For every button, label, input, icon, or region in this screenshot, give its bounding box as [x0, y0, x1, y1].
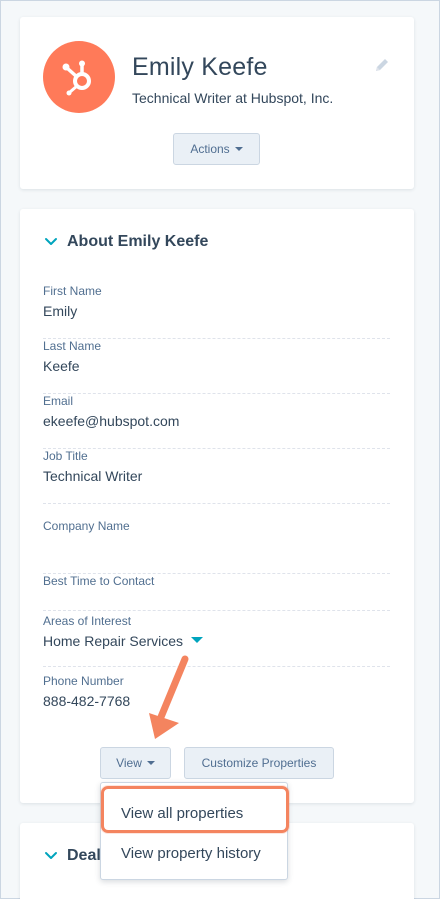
deals-section-toggle[interactable]: Deal	[44, 847, 101, 865]
caret-down-icon	[146, 761, 155, 765]
caret-down-icon	[234, 147, 243, 151]
property-label: Company Name	[43, 519, 130, 533]
property-best-time-to-contact[interactable]: Best Time to Contact	[43, 574, 390, 611]
property-last-name[interactable]: Last Name Keefe	[43, 339, 390, 394]
annotation-arrow-icon	[149, 655, 189, 739]
property-value-dropdown[interactable]: Home Repair Services	[43, 633, 204, 649]
property-label: Areas of Interest	[43, 614, 132, 628]
customize-properties-button[interactable]: Customize Properties	[184, 747, 334, 779]
property-label: First Name	[43, 284, 102, 298]
chevron-down-icon	[45, 852, 57, 859]
property-label: Last Name	[43, 339, 102, 353]
about-card: About Emily Keefe First Name Emily Last …	[20, 209, 414, 803]
property-value: 888-482-7768	[43, 693, 131, 709]
property-value: Home Repair Services	[43, 633, 184, 649]
property-company-name[interactable]: Company Name	[43, 519, 390, 574]
property-phone-number[interactable]: Phone Number 888-482-7768	[43, 674, 390, 729]
property-label: Email	[43, 394, 74, 408]
property-value: Emily	[43, 303, 78, 319]
property-value: Technical Writer	[43, 468, 143, 484]
property-value: Keefe	[43, 358, 80, 374]
chevron-down-icon	[45, 238, 57, 245]
profile-card: Emily Keefe Technical Writer at Hubspot,…	[20, 17, 414, 189]
view-button[interactable]: View	[100, 747, 171, 779]
dropdown-triangle-icon[interactable]	[191, 637, 204, 644]
pencil-edit-icon[interactable]	[374, 57, 390, 73]
view-button-label: View	[116, 756, 142, 770]
property-label: Phone Number	[43, 674, 124, 688]
actions-button-label: Actions	[190, 142, 230, 156]
about-section-title: About Emily Keefe	[67, 233, 209, 250]
property-label: Best Time to Contact	[43, 574, 155, 588]
hubspot-sprocket-icon	[62, 60, 91, 96]
contact-job-title: Technical Writer at Hubspot, Inc.	[132, 90, 334, 106]
actions-button[interactable]: Actions	[173, 133, 260, 165]
menu-item-view-all-properties[interactable]: View all properties	[101, 793, 287, 833]
view-dropdown-menu: View all properties View property histor…	[100, 782, 288, 880]
app-frame: Emily Keefe Technical Writer at Hubspot,…	[0, 0, 440, 899]
property-value: ekeefe@hubspot.com	[43, 413, 180, 429]
customize-properties-label: Customize Properties	[201, 756, 317, 770]
property-first-name[interactable]: First Name Emily	[43, 284, 390, 339]
property-email[interactable]: Email ekeefe@hubspot.com	[43, 394, 390, 449]
contact-name: Emily Keefe	[132, 53, 268, 81]
deals-section-title: Deal	[67, 847, 101, 864]
about-section-toggle[interactable]: About Emily Keefe	[44, 233, 208, 251]
property-label: Job Title	[43, 449, 88, 463]
property-job-title[interactable]: Job Title Technical Writer	[43, 449, 390, 504]
property-areas-of-interest[interactable]: Areas of Interest Home Repair Services	[43, 614, 390, 667]
menu-item-view-property-history[interactable]: View property history	[101, 833, 287, 873]
hubspot-logo-avatar	[43, 41, 115, 113]
